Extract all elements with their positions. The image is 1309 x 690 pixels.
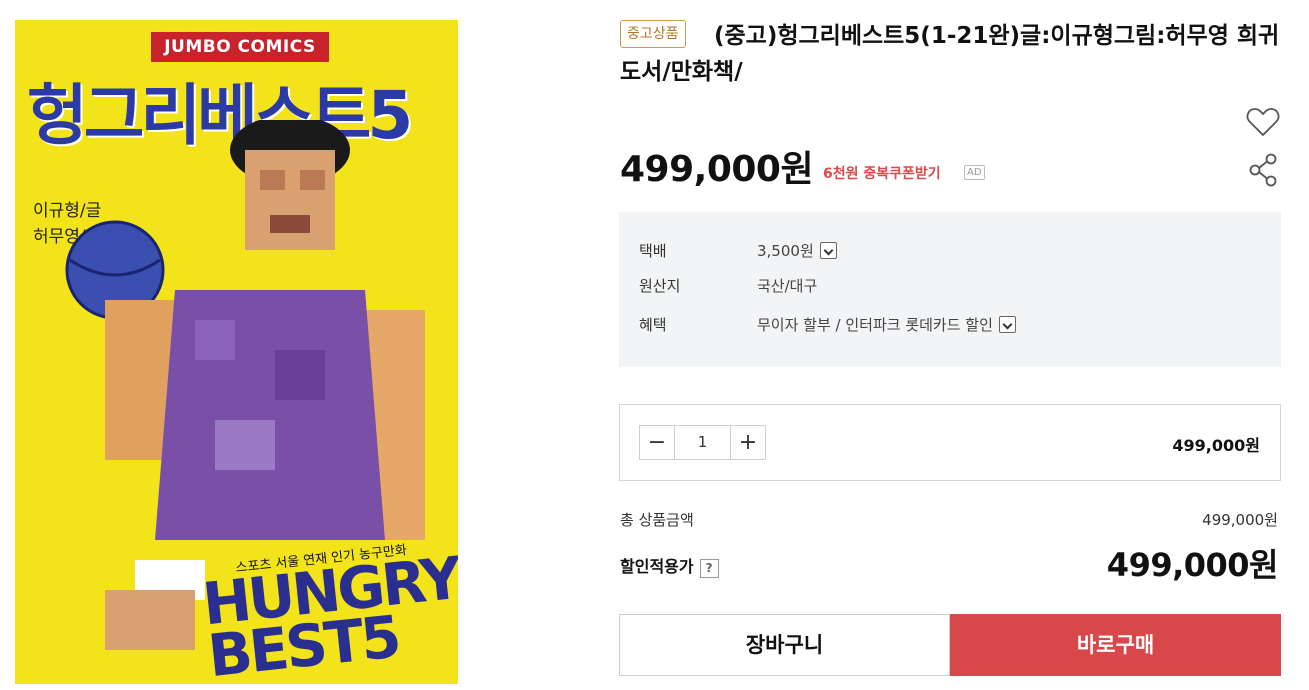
benefit-text: 무이자 할부 / 인터파크 롯데카드 할인 [757,316,993,334]
add-to-cart-button[interactable]: 장바구니 [619,614,950,676]
quantity-box: − 1 + 499,000원 [619,404,1281,481]
origin-label: 원산지 [639,277,681,295]
wishlist-button[interactable] [1245,104,1281,140]
shipping-value: 3,500원 [757,240,837,261]
benefit-value: 무이자 할부 / 인터파크 롯데카드 할인 [757,314,1016,335]
heart-icon [1246,108,1280,137]
cover-publisher-badge: JUMBO COMICS [151,32,329,62]
cover-english-title: HUNGRY BEST5 [199,544,458,684]
buy-now-button[interactable]: 바로구매 [950,614,1281,676]
benefit-dropdown-icon[interactable] [998,316,1016,333]
origin-value: 국산/대구 [757,277,818,295]
line-price: 499,000원 [1172,436,1260,455]
share-icon [1249,153,1277,187]
help-icon[interactable]: ? [699,559,719,578]
discount-label-text: 할인적용가 [620,557,694,576]
decrease-quantity-button[interactable]: − [640,426,674,459]
delivery-info-box: 택배 3,500원 원산지 국산/대구 혜택 무이자 할부 / 인터파크 롯데카… [619,212,1281,367]
shipping-label: 택배 [639,242,667,260]
share-button[interactable] [1245,152,1281,188]
product-price: 499,000원 [620,149,814,190]
discount-price-value: 499,000원 [1106,546,1279,584]
coupon-link[interactable]: 6천원 중복쿠폰받기 [823,163,941,183]
discount-price-label: 할인적용가? [620,553,719,578]
shipping-fee: 3,500원 [757,242,814,260]
quantity-value[interactable]: 1 [674,426,731,459]
benefit-label: 혜택 [639,316,667,334]
shipping-dropdown-icon[interactable] [819,242,837,259]
product-image[interactable]: JUMBO COMICS 헝그리베스트5 이규형/글 허무영/그림 스포츠 서울… [15,20,458,684]
total-amount-label: 총 상품금액 [620,511,694,529]
ad-badge: AD [964,165,985,180]
increase-quantity-button[interactable]: + [731,426,765,459]
total-amount-value: 499,000원 [1202,511,1278,529]
product-title: (중고)헝그리베스트5(1-21완)글:이규형그림:허무영 희귀도서/만화책/ [620,23,1280,85]
quantity-stepper: − 1 + [639,425,766,460]
